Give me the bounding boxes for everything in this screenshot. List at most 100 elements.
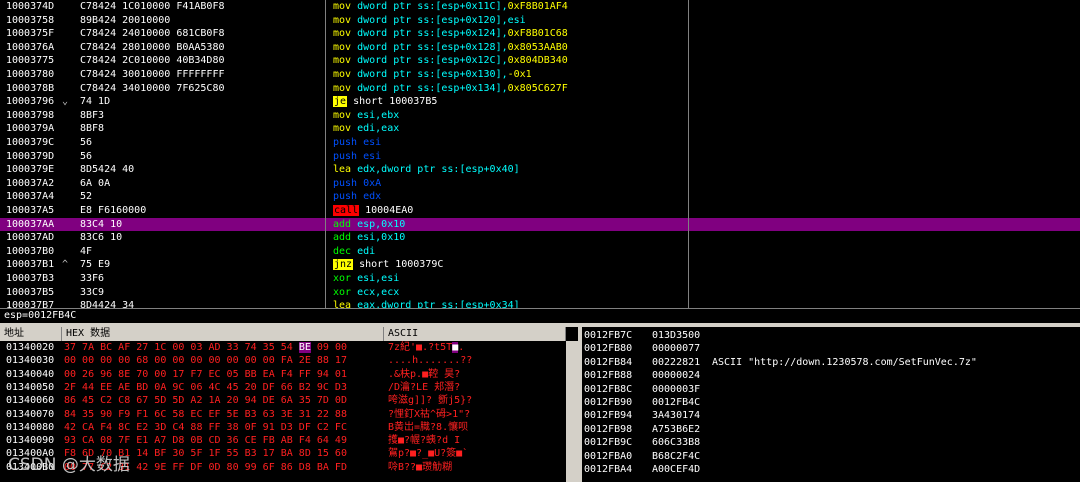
dump-row[interactable]: 01340080 42 CA F4 8C E2 3D C4 88 FF 38 0F… <box>0 421 565 434</box>
disasm-row[interactable]: 100037A4 52 push edx <box>0 190 1080 204</box>
stack-row[interactable]: 0012FB80 00000077 <box>582 342 1080 355</box>
dump-row[interactable]: 01340040 00 26 96 8E 70 00 17 F7 EC 05 BB… <box>0 368 565 381</box>
disasm-hex-bytes: C78424 24010000 681CB0F8 <box>80 28 225 40</box>
info-line-pane: esp=0012FB4C <box>0 309 1080 323</box>
dump-header-address[interactable]: 地址 <box>0 327 62 341</box>
disasm-hex-bytes: 33F6 <box>80 273 105 284</box>
disasm-hex-bytes: 8BF3 <box>80 109 105 121</box>
dump-row[interactable]: 01340060 86 45 C2 C8 67 5D 5D A2 1A 20 94… <box>0 394 565 407</box>
immediate-value: 0x8053AAB0 <box>507 41 568 53</box>
disasm-row[interactable]: 100037A5 E8 F6160000 call 10004EA0 <box>0 204 1080 218</box>
disasm-row[interactable]: 100037B1 ^ 75 E9 jnz short 1000379C <box>0 258 1080 272</box>
dump-address: 01340030 <box>6 355 55 367</box>
disasm-row[interactable]: 1000379E 8D5424 40 lea edx,dword ptr ss:[e… <box>0 163 1080 177</box>
dump-header-hex[interactable]: HEX 数据 <box>62 327 384 341</box>
disasm-hex-bytes: C78424 34010000 7F625C80 <box>80 82 225 94</box>
disasm-comment-divider <box>688 0 689 308</box>
disasm-address: 100037A4 <box>6 191 55 203</box>
stack-address: 0012FB84 <box>584 356 633 368</box>
disasm-instruction: lea eax,dword ptr ss:[esp+0x34] <box>333 299 688 308</box>
mnemonic: lea <box>333 164 352 176</box>
disasm-address: 10003780 <box>6 69 55 80</box>
disasm-row[interactable]: 100037A2 6A 0A push 0xA <box>0 177 1080 191</box>
disasm-row[interactable]: 100037AD 83C6 10 add esi,0x10 <box>0 231 1080 245</box>
stack-value: B68C2F4C <box>652 450 701 462</box>
disasm-instruction: push esi <box>333 150 688 164</box>
disasm-row[interactable]: 100037B5 33C9 xor ecx,ecx <box>0 286 1080 300</box>
disasm-row[interactable]: 10003780 C78424 30010000 FFFFFFFF mov dwor… <box>0 68 1080 82</box>
mnemonic: add <box>333 232 352 244</box>
disasm-hex-bytes: C78424 1C010000 F41AB0F8 <box>80 1 225 12</box>
stack-row[interactable]: 0012FBA0 B68C2F4C <box>582 450 1080 463</box>
disasm-instruction: je short 100037B5 <box>333 95 688 109</box>
operands: eax,dword ptr ss:[esp+0x34] <box>357 300 520 308</box>
disasm-address: 1000379C <box>6 137 55 148</box>
disassembly-pane[interactable]: 1000374D C78424 1C010000 F41AB0F8 mov dwor… <box>0 0 1080 308</box>
dump-row[interactable]: 01340050 2F 44 EE AE BD 0A 9C 06 4C 45 20… <box>0 381 565 394</box>
mnemonic: mov <box>333 82 352 94</box>
disasm-row[interactable]: 1000379C 56 push esi <box>0 136 1080 150</box>
jump-arrow-mark: ^ <box>62 259 69 271</box>
dump-row[interactable]: 01340090 93 CA 08 7F E1 A7 D8 0B CD 36 CE… <box>0 434 565 447</box>
disasm-hex-bytes: 89B424 20010000 <box>80 14 171 26</box>
disasm-row[interactable]: 10003758 89B424 20010000 mov dword ptr ss:… <box>0 14 1080 28</box>
info-line-text: esp=0012FB4C <box>4 310 77 321</box>
disasm-address: 1000374D <box>6 1 55 12</box>
disasm-row[interactable]: 10003796 ⌄ 74 1D je short 100037B5 <box>0 95 1080 109</box>
disasm-hex-bytes: C78424 28010000 B0AA5380 <box>80 41 225 53</box>
dump-hex: 42 CA F4 8C E2 3D C4 88 FF 38 0F 91 D3 D… <box>64 421 347 433</box>
stack-address: 0012FB80 <box>584 343 633 355</box>
stack-address: 0012FB94 <box>584 410 633 422</box>
disasm-hex-bytes: C78424 30010000 FFFFFFFF <box>80 69 225 80</box>
disasm-row[interactable]: 100037B3 33F6 xor esi,esi <box>0 272 1080 286</box>
disasm-row[interactable]: 1000374D C78424 1C010000 F41AB0F8 mov dwor… <box>0 0 1080 14</box>
stack-value: 00222821 <box>652 356 701 368</box>
disasm-row[interactable]: 100037B7 8D4424 34 lea eax,dword ptr ss:[e… <box>0 299 1080 308</box>
dump-row[interactable]: 01340030 00 00 00 00 68 00 00 00 00 00 00… <box>0 354 565 367</box>
disasm-row[interactable]: 1000379A 8BF8 mov edi,eax <box>0 122 1080 136</box>
disasm-row[interactable]: 1000378B C78424 34010000 7F625C80 mov dwor… <box>0 82 1080 96</box>
stack-row[interactable]: 0012FB8C 0000003F <box>582 383 1080 396</box>
stack-pane[interactable]: 0012FB7C 013D3500 0012FB80 00000077 0012FB84… <box>582 327 1080 482</box>
disasm-hex-bytes: 4F <box>80 245 93 257</box>
stack-row[interactable]: 0012FB98 A753B6E2 <box>582 423 1080 436</box>
stack-row[interactable]: 0012FB90 0012FB4C <box>582 396 1080 409</box>
dump-ascii: ?悝釘X祜^砪>1"? <box>388 408 471 420</box>
stack-row[interactable]: 0012FB94 3A430174 <box>582 409 1080 422</box>
disasm-address: 100037B1 <box>6 259 55 271</box>
stack-row[interactable]: 0012FB84 00222821 ASCII "http://down.12305… <box>582 356 1080 369</box>
operands: dword ptr ss:[esp+0x128], <box>357 41 508 53</box>
mnemonic: push <box>333 191 358 203</box>
disasm-row[interactable]: 10003798 8BF3 mov esi,ebx <box>0 109 1080 123</box>
disasm-row[interactable]: 1000379D 56 push esi <box>0 150 1080 164</box>
stack-row[interactable]: 0012FB9C 606C33B8 <box>582 436 1080 449</box>
operands: esi,0x10 <box>357 232 406 244</box>
dump-ascii: 咵滋g]]? 斵j5}? <box>388 395 473 407</box>
disasm-instruction: mov dword ptr ss:[esp+0x128],0x8053AAB0 <box>333 41 688 55</box>
disasm-row[interactable]: 1000375F C78424 24010000 681CB0F8 mov dwor… <box>0 27 1080 41</box>
dump-header-ascii[interactable]: ASCII <box>384 327 566 341</box>
immediate-value: 0x805C627F <box>507 82 568 94</box>
stack-row[interactable]: 0012FB7C 013D3500 <box>582 329 1080 342</box>
disasm-address: 100037A2 <box>6 177 55 189</box>
stack-row[interactable]: 0012FB88 00000024 <box>582 369 1080 382</box>
dump-address: 01340060 <box>6 395 55 407</box>
disasm-row[interactable]: 100037AA 83C4 10 add esp,0x10 <box>0 217 1080 232</box>
dump-address: 01340080 <box>6 421 55 433</box>
dump-hex-selected: BE <box>298 342 311 353</box>
disasm-row[interactable]: 1000376A C78424 28010000 B0AA5380 mov dwor… <box>0 41 1080 55</box>
stack-value: 013D3500 <box>652 330 701 341</box>
disasm-instruction: mov dword ptr ss:[esp+0x130],-0x1 <box>333 68 688 82</box>
dump-row[interactable]: 01340070 84 35 90 F9 F1 6C 58 EC EF 5E B3… <box>0 408 565 421</box>
dump-row[interactable]: 01340020 37 7A BC AF 27 1C 00 03 AD 33 74… <box>0 341 565 354</box>
disasm-row[interactable]: 10003775 C78424 2C010000 40B34D80 mov dwor… <box>0 54 1080 68</box>
disasm-address: 100037B0 <box>6 245 55 257</box>
disasm-row[interactable]: 100037B0 4F dec edi <box>0 245 1080 259</box>
dump-scrollbar[interactable] <box>566 341 578 482</box>
disasm-address: 1000379E <box>6 164 55 176</box>
mnemonic: je <box>333 96 348 108</box>
dump-address: 01340050 <box>6 381 55 393</box>
disasm-instruction: xor ecx,ecx <box>333 286 688 300</box>
stack-row[interactable]: 0012FBA4 A00CEF4D <box>582 463 1080 476</box>
disasm-column-divider <box>325 0 326 308</box>
